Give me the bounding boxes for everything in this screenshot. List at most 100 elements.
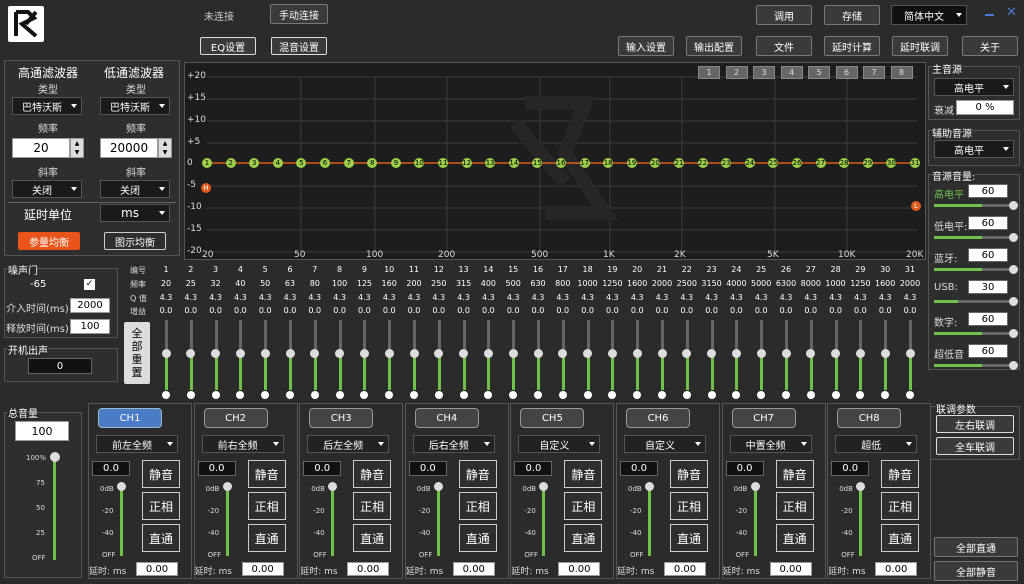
band-slider-fill[interactable] [537,354,540,390]
band-slider-fill[interactable] [809,354,813,390]
phase-button[interactable]: 正相 [564,492,603,520]
eq-node[interactable]: 29 [862,158,873,168]
direct-button[interactable]: 直通 [670,524,708,552]
phase-button[interactable]: 正相 [670,492,708,520]
band-select-dot[interactable] [831,391,840,399]
direct-button[interactable]: 直通 [458,524,497,552]
channel-position-select[interactable]: 自定义 [624,435,706,453]
channel-slider-track[interactable] [331,488,335,556]
band-slider-fill[interactable] [735,354,739,390]
direct-button[interactable]: 直通 [881,524,920,552]
lr-linkage-button[interactable]: 左右联调 [936,415,1014,433]
channel-position-select[interactable]: 前左全频 [96,435,178,453]
band-slider-fill[interactable] [834,354,838,390]
delay-input[interactable]: 0.00 [769,562,812,576]
phase-button[interactable]: 正相 [881,492,920,520]
all-direct-button[interactable]: 全部直通 [934,537,1018,557]
band-slider-handle[interactable] [607,349,617,358]
band-slider-fill[interactable] [785,354,788,390]
eq-node[interactable]: 20 [650,158,661,168]
graphic-eq-button[interactable]: 图示均衡 [104,232,166,250]
all-mute-button[interactable]: 全部静音 [934,561,1018,581]
delay-input[interactable]: 0.00 [241,562,284,576]
band-slider-handle[interactable] [186,349,196,358]
channel-gain-value[interactable]: 0.0 [197,461,236,476]
band-slider-fill[interactable] [512,354,516,390]
channel-slider-handle[interactable] [222,482,232,491]
source-volume-fill[interactable] [934,364,982,367]
band-slider-handle[interactable] [409,349,419,358]
mute-button[interactable]: 静音 [775,460,814,488]
channel-gain-value[interactable]: 0.0 [92,461,130,476]
delay-input[interactable]: 0.00 [136,562,178,576]
eq-node[interactable]: 27 [815,158,826,168]
band-slider-handle[interactable] [508,349,518,358]
source-volume-handle[interactable] [1009,233,1018,242]
save-button[interactable]: 存储 [824,5,880,25]
source-volume-handle[interactable] [1009,361,1018,370]
band-slider-handle[interactable] [632,349,642,358]
source-volume-input[interactable]: 60 [968,312,1008,326]
phase-button[interactable]: 正相 [247,492,286,520]
eq-node[interactable]: 7 [343,158,354,168]
lp-freq-stepper[interactable]: ▲ ▼ [158,138,172,158]
channel-position-select[interactable]: 自定义 [518,435,601,453]
eq-node[interactable]: 21 [674,158,684,168]
band-select-dot[interactable] [385,391,394,399]
channel-gain-value[interactable]: 0.0 [408,461,447,476]
band-select-dot[interactable] [583,391,592,399]
band-slider-fill[interactable] [289,354,292,390]
nav-delay-linkage[interactable]: 延时联调 [892,36,948,56]
release-time-input[interactable]: 100 [70,319,110,334]
channel-slider-track[interactable] [648,488,651,556]
eq-node[interactable]: 12 [461,158,472,168]
band-slider-handle[interactable] [781,349,791,358]
param-eq-button[interactable]: 参量均衡 [18,232,80,250]
channel-select-button[interactable]: CH4 [414,408,479,428]
band-slider-fill[interactable] [239,354,243,390]
band-slider-fill[interactable] [165,354,168,390]
nav-output-config[interactable]: 输出配置 [686,36,742,56]
band-slider-handle[interactable] [459,349,469,358]
mute-button[interactable]: 静音 [142,460,180,488]
channel-slider-handle[interactable] [433,482,443,491]
mute-button[interactable]: 静音 [247,460,286,488]
mute-button[interactable]: 静音 [458,460,497,488]
band-select-dot[interactable] [286,391,294,399]
channel-slider-handle[interactable] [117,482,126,491]
band-slider-fill[interactable] [338,354,342,390]
band-slider-handle[interactable] [682,349,692,358]
band-select-dot[interactable] [335,391,344,399]
band-slider-handle[interactable] [756,349,766,358]
channel-slider-track[interactable] [859,488,863,556]
band-slider-fill[interactable] [661,354,664,390]
band-slider-fill[interactable] [437,354,441,390]
band-select-dot[interactable] [484,391,493,399]
band-slider-handle[interactable] [583,349,593,358]
eq-node[interactable]: 17 [579,158,590,168]
channel-slider-track[interactable] [436,488,440,556]
delay-unit-select[interactable]: ms [100,204,170,222]
eq-node[interactable]: 25 [768,158,779,168]
source-volume-input[interactable]: 60 [968,248,1008,262]
source-volume-handle[interactable] [1009,329,1018,338]
lp-type-select[interactable]: 巴特沃斯 [100,97,170,115]
band-slider-handle[interactable] [310,349,320,358]
direct-button[interactable]: 直通 [142,524,180,552]
nav-input-settings[interactable]: 输入设置 [618,36,674,56]
direct-button[interactable]: 直通 [564,524,603,552]
band-slider-handle[interactable] [806,349,816,358]
band-select-dot[interactable] [558,391,567,399]
channel-position-select[interactable]: 中置全频 [729,435,812,453]
band-slider-fill[interactable] [760,354,764,390]
band-select-dot[interactable] [682,391,691,399]
preset-button[interactable]: 2 [725,66,748,79]
direct-button[interactable]: 直通 [353,524,392,552]
band-select-dot[interactable] [459,391,468,399]
source-volume-fill[interactable] [934,204,982,207]
delay-input[interactable]: 0.00 [875,562,918,576]
all-linkage-button[interactable]: 全车联调 [936,437,1014,455]
band-select-dot[interactable] [360,391,369,399]
channel-position-select[interactable]: 后右全频 [412,435,495,453]
band-slider-handle[interactable] [285,349,295,358]
